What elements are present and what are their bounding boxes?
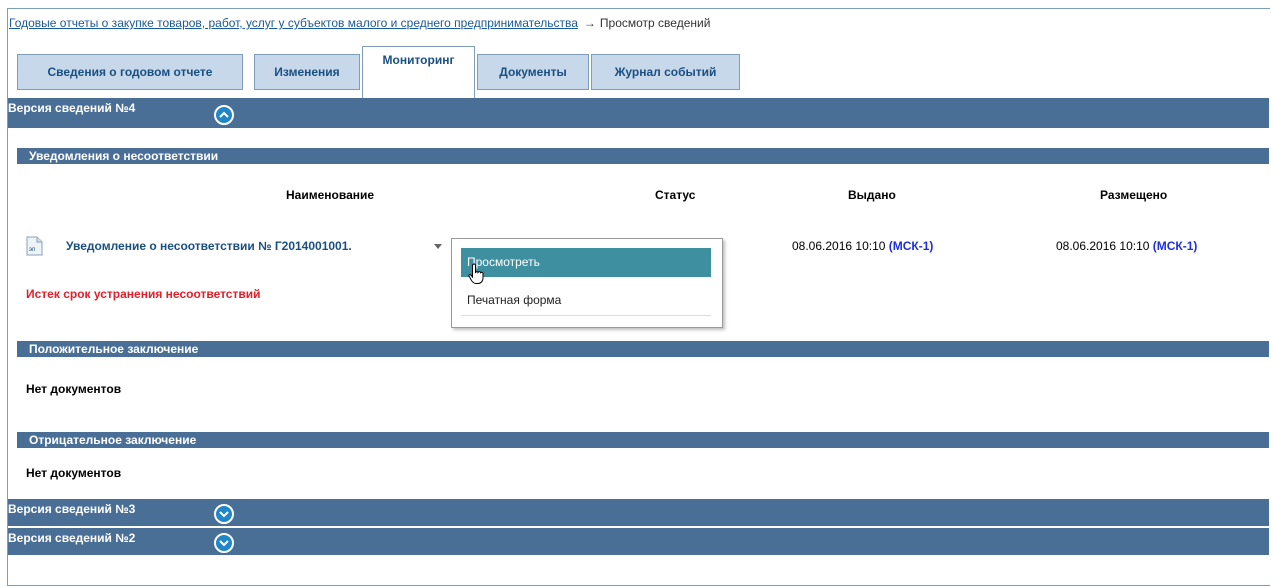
tab-event-log[interactable]: Журнал событий <box>591 54 740 90</box>
positive-no-documents: Нет документов <box>26 382 122 396</box>
version-2-title: Версия сведений №2 <box>8 531 136 545</box>
breadcrumb-current: Просмотр сведений <box>599 16 711 30</box>
notices-section-header: Уведомления о несоответствии <box>17 148 1269 164</box>
published-date-value: 08.06.2016 10:10 <box>1056 239 1150 253</box>
notices-section-title: Уведомления о несоответствии <box>29 149 219 163</box>
expand-down-icon[interactable] <box>214 504 234 524</box>
version-2-header[interactable]: Версия сведений №2 <box>8 528 1269 555</box>
tab-changes[interactable]: Изменения <box>254 54 360 90</box>
column-header-name: Наименование <box>286 188 375 202</box>
issued-date-value: 08.06.2016 10:10 <box>792 239 886 253</box>
notice-document-link[interactable]: Уведомление о несоответствии № Г20140010… <box>66 239 352 253</box>
menu-item-view[interactable]: Просмотреть <box>461 248 711 277</box>
breadcrumb-link-reports[interactable]: Годовые отчеты о закупке товаров, работ,… <box>9 16 578 30</box>
version-3-header[interactable]: Версия сведений №3 <box>8 499 1269 526</box>
column-header-published: Размещено <box>1100 188 1168 202</box>
tab-monitoring[interactable]: Мониторинг <box>362 46 475 98</box>
document-icon-label: эп <box>29 247 35 253</box>
breadcrumb-arrow-icon: → <box>583 16 596 30</box>
published-date: 08.06.2016 10:10 (МСК-1) <box>1056 239 1197 253</box>
negative-section-title: Отрицательное заключение <box>29 433 197 447</box>
expand-down-icon[interactable] <box>214 533 234 553</box>
issued-timezone-link[interactable]: (МСК-1) <box>889 239 934 253</box>
positive-section-title: Положительное заключение <box>29 342 199 356</box>
deadline-expired-warning: Истек срок устранения несоответствий <box>26 287 261 301</box>
version-3-title: Версия сведений №3 <box>8 502 136 516</box>
column-header-status: Статус <box>655 188 696 202</box>
negative-no-documents: Нет документов <box>26 466 122 480</box>
published-timezone-link[interactable]: (МСК-1) <box>1153 239 1198 253</box>
collapse-up-icon[interactable] <box>214 105 234 125</box>
breadcrumb: Годовые отчеты о закупке товаров, работ,… <box>9 16 710 30</box>
column-header-issued: Выдано <box>848 188 896 202</box>
hand-cursor-icon <box>468 263 484 284</box>
version-4-title: Версия сведений №4 <box>8 101 136 115</box>
chevron-down-icon[interactable] <box>434 244 442 249</box>
positive-section-header: Положительное заключение <box>17 341 1269 357</box>
tab-report-info[interactable]: Сведения о годовом отчете <box>17 54 243 90</box>
version-4-header[interactable]: Версия сведений №4 <box>8 98 1269 128</box>
context-menu: Просмотреть Печатная форма <box>451 238 723 328</box>
tab-documents[interactable]: Документы <box>477 54 589 90</box>
menu-item-print-form[interactable]: Печатная форма <box>461 287 711 316</box>
negative-section-header: Отрицательное заключение <box>17 432 1269 448</box>
issued-date: 08.06.2016 10:10 (МСК-1) <box>792 239 933 253</box>
document-icon: эп <box>26 236 43 256</box>
